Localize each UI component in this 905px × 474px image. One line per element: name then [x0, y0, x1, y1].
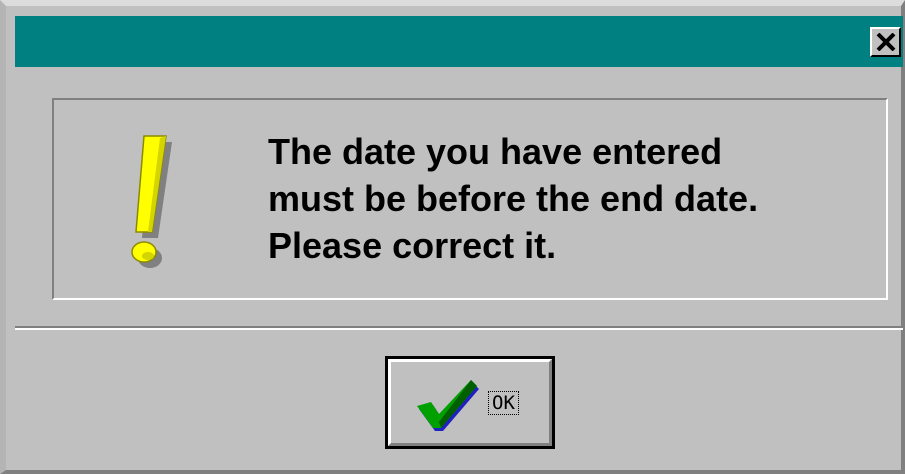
separator	[15, 326, 903, 330]
close-button[interactable]	[870, 27, 901, 57]
ok-button[interactable]: OK	[385, 356, 555, 449]
title-bar[interactable]	[15, 16, 903, 67]
close-icon	[876, 33, 895, 51]
checkmark-icon	[417, 380, 479, 431]
alert-dialog: The date you have entered must be before…	[0, 0, 905, 474]
exclamation-icon	[131, 135, 172, 268]
message-panel: The date you have entered must be before…	[52, 98, 888, 300]
ok-label: OK	[488, 391, 519, 415]
message-text: The date you have entered must be before…	[268, 131, 759, 266]
